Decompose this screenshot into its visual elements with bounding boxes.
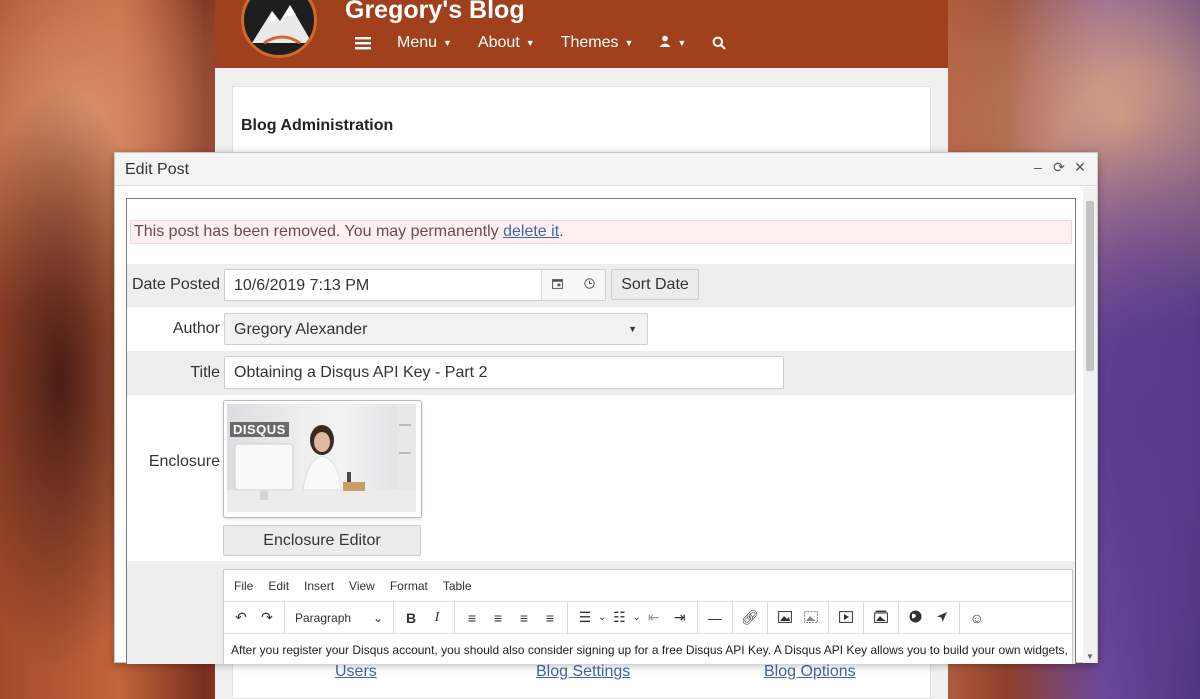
caret-down-icon: ▼ <box>628 324 637 334</box>
enclosure-label: Enclosure <box>148 453 220 470</box>
numbered-list-icon[interactable]: ☷ <box>606 609 632 626</box>
chevron-down-icon[interactable]: ⌄ <box>598 612 606 623</box>
enclosure-image: DISQUS <box>227 404 416 512</box>
link-icon[interactable]: 🔗︎ <box>737 609 763 626</box>
horizontal-rule-icon[interactable]: — <box>702 610 728 626</box>
align-center-icon[interactable]: ≡ <box>485 610 511 626</box>
edit-image-icon[interactable] <box>798 610 824 626</box>
block-format-select[interactable]: Paragraph ⌄ <box>289 611 389 625</box>
nav-item-themes[interactable]: Themes ▼ <box>561 34 634 52</box>
menu-edit[interactable]: Edit <box>268 579 289 593</box>
undo-icon[interactable]: ↶ <box>228 609 254 626</box>
title-label: Title <box>190 364 220 381</box>
admin-links: Users Blog Settings Blog Options <box>233 663 932 693</box>
modal-title: Edit Post <box>125 161 190 178</box>
date-posted-input[interactable]: 10/6/2019 7:13 PM <box>224 269 606 301</box>
menu-view[interactable]: View <box>349 579 375 593</box>
location-arrow-icon[interactable] <box>929 610 955 626</box>
main-nav: Menu ▼ About ▼ Themes ▼ ▼ <box>355 34 752 52</box>
refresh-icon[interactable]: ⟳ <box>1052 159 1066 176</box>
author-label: Author <box>172 320 220 337</box>
caret-down-icon: ▼ <box>525 38 535 48</box>
post-editor-row: File Edit Insert View Format Table ↶ ↷ P… <box>127 561 1075 664</box>
caret-down-icon: ▼ <box>677 38 687 48</box>
search-icon[interactable] <box>712 36 727 50</box>
bold-button[interactable]: B <box>398 610 424 626</box>
title-input[interactable]: Obtaining a Disqus API Key - Part 2 <box>224 356 784 389</box>
modal-body: This post has been removed. You may perm… <box>126 198 1076 664</box>
enclosure-row: Enclosure DISQUS Enclosure Editor <box>127 395 1075 561</box>
emoji-icon[interactable]: ☺ <box>964 610 990 626</box>
align-justify-icon[interactable]: ≡ <box>537 610 563 626</box>
edit-post-modal: Edit Post – ⟳ ✕ ▼ This post has been rem… <box>114 152 1098 664</box>
user-icon <box>659 34 671 52</box>
title-row: Title Obtaining a Disqus API Key - Part … <box>127 351 1075 395</box>
modal-scrollbar[interactable]: ▼ <box>1083 187 1097 663</box>
date-posted-label: Date Posted <box>131 276 220 293</box>
media-icon[interactable] <box>833 610 859 626</box>
close-icon[interactable]: ✕ <box>1073 159 1087 176</box>
admin-title: Blog Administration <box>241 117 394 134</box>
blog-logo[interactable] <box>241 0 317 58</box>
caret-down-icon: ▼ <box>624 38 634 48</box>
image-icon[interactable] <box>772 610 798 626</box>
modal-controls: – ⟳ ✕ <box>1031 159 1087 176</box>
enclosure-thumbnail[interactable]: DISQUS <box>223 400 422 518</box>
editor-content[interactable]: After you register your Disqus account, … <box>224 634 1072 664</box>
calendar-icon[interactable] <box>552 278 564 292</box>
modal-titlebar[interactable]: Edit Post – ⟳ ✕ <box>115 153 1097 186</box>
caret-down-icon: ▼ <box>443 38 452 48</box>
chevron-down-icon: ⌄ <box>372 610 383 625</box>
italic-button[interactable]: I <box>424 610 450 626</box>
menu-insert[interactable]: Insert <box>304 579 334 593</box>
globe-icon[interactable] <box>903 610 929 626</box>
users-link[interactable]: Users <box>335 663 377 681</box>
redo-icon[interactable]: ↷ <box>254 609 280 626</box>
author-select[interactable]: Gregory Alexander ▼ <box>224 313 648 345</box>
editor-menubar: File Edit Insert View Format Table <box>224 570 1072 602</box>
sort-date-button[interactable]: Sort Date <box>611 269 699 300</box>
indent-icon[interactable]: ⇥ <box>667 609 693 626</box>
align-left-icon[interactable]: ≡ <box>459 610 485 626</box>
date-posted-row: Date Posted 10/6/2019 7:13 PM Sort Date <box>127 264 1075 307</box>
minimize-icon[interactable]: – <box>1031 159 1045 176</box>
nav-item-user[interactable]: ▼ <box>659 34 686 52</box>
outdent-icon[interactable]: ⇤ <box>641 609 667 626</box>
editor-toolbar: ↶ ↷ Paragraph ⌄ B I ≡ ≡ ≡ ≡ ☰ ⌄ ☷ ⌄ ⇤ ⇥ … <box>224 601 1072 634</box>
clock-icon[interactable] <box>584 278 595 292</box>
enclosure-editor-button[interactable]: Enclosure Editor <box>223 525 421 556</box>
hamburger-icon[interactable] <box>355 36 371 50</box>
menu-format[interactable]: Format <box>390 579 428 593</box>
bullet-list-icon[interactable]: ☰ <box>572 609 598 626</box>
blog-settings-link[interactable]: Blog Settings <box>536 663 630 681</box>
nav-item-about[interactable]: About ▼ <box>478 34 535 52</box>
menu-file[interactable]: File <box>234 579 253 593</box>
removed-alert: This post has been removed. You may perm… <box>130 220 1072 244</box>
blog-options-link[interactable]: Blog Options <box>764 663 856 681</box>
delete-it-link[interactable]: delete it <box>503 223 559 240</box>
gallery-icon[interactable] <box>868 610 894 626</box>
nav-item-menu[interactable]: Menu ▼ <box>397 34 452 52</box>
scroll-down-icon[interactable]: ▼ <box>1086 652 1094 661</box>
author-row: Author Gregory Alexander ▼ <box>127 307 1075 351</box>
chevron-down-icon[interactable]: ⌄ <box>632 612 640 623</box>
scrollbar-thumb[interactable] <box>1086 201 1094 371</box>
blog-header: Gregory's Blog Menu ▼ About ▼ Themes ▼ ▼ <box>215 0 948 68</box>
blog-title[interactable]: Gregory's Blog <box>345 0 525 25</box>
rich-text-editor: File Edit Insert View Format Table ↶ ↷ P… <box>223 569 1073 664</box>
menu-table[interactable]: Table <box>443 579 472 593</box>
align-right-icon[interactable]: ≡ <box>511 610 537 626</box>
